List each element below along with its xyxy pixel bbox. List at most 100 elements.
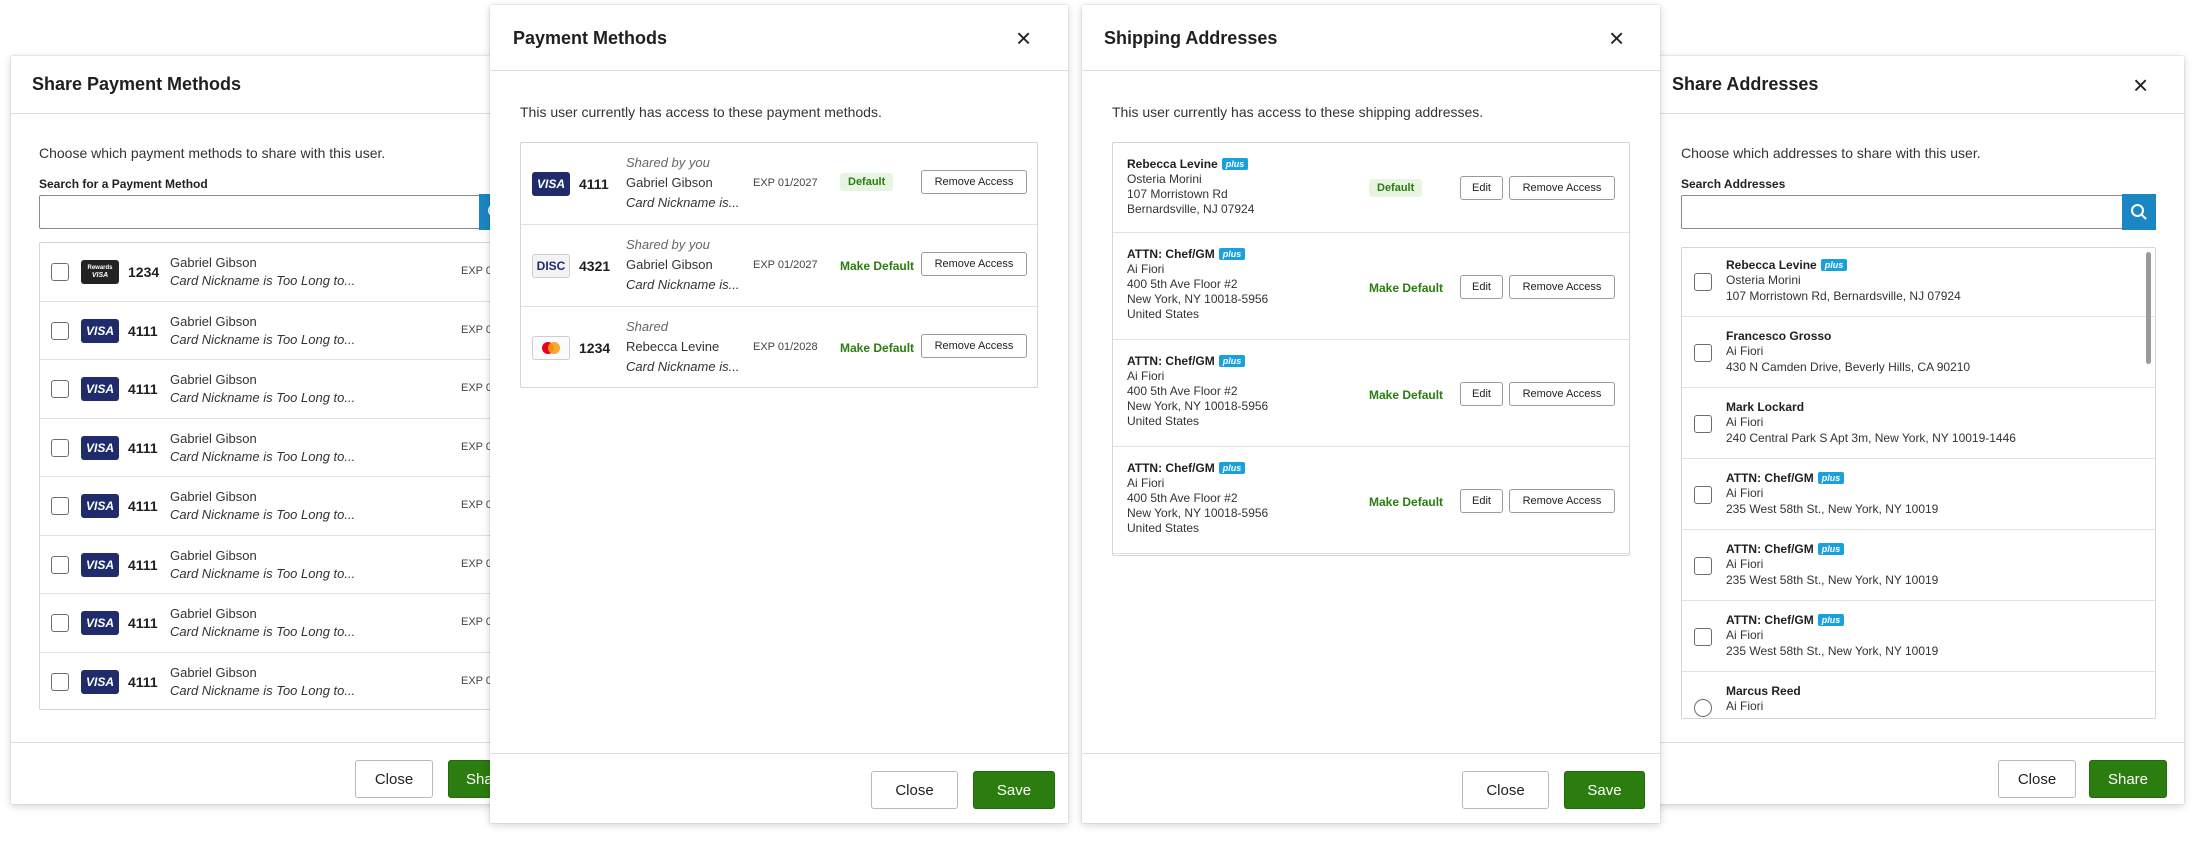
list-item[interactable]: ATTN: Chef/GM plus Ai Fiori 235 West 58th S… [1682,530,2155,601]
row-checkbox[interactable] [51,614,69,632]
edit-button[interactable]: Edit [1460,275,1503,299]
make-default-link[interactable]: Make Default [1369,388,1443,402]
modal-title: Shipping Addresses [1104,28,1278,48]
list-item[interactable]: VISA 4111 Gabriel Gibson Card Nickname is T… [40,419,518,477]
share-button[interactable]: Share [2089,760,2167,798]
row-checkbox[interactable] [1694,415,1712,433]
make-default-link[interactable]: Make Default [1369,495,1443,509]
row-checkbox[interactable] [51,555,69,574]
shipping-addresses-modal: Shipping Addresses × This user currently… [1082,5,1660,823]
make-default-link[interactable]: Make Default [1369,281,1443,295]
row-radio[interactable] [1694,699,1712,717]
make-default-link[interactable]: Make Default [840,259,914,273]
address-title-text: ATTN: Chef/GM [1726,542,1814,556]
remove-access-button[interactable]: Remove Access [921,170,1027,194]
edit-button[interactable]: Edit [1460,382,1503,406]
make-default-link[interactable]: Make Default [840,341,914,355]
address-line: Ai Fiori [1127,476,1165,490]
list-item[interactable]: Rewards VISA 1234 Gabriel Gibson Card Nickna… [40,243,518,302]
row-checkbox[interactable] [1694,344,1712,362]
row-checkbox[interactable] [51,263,69,281]
visa-logo-icon: VISA [81,611,119,635]
remove-access-button[interactable]: Remove Access [1509,382,1615,406]
remove-access-button[interactable]: Remove Access [921,252,1027,276]
remove-access-button[interactable]: Remove Access [1509,176,1615,200]
close-icon[interactable]: × [1609,25,1624,51]
list-item[interactable]: VISA 4111 Gabriel Gibson Card Nickname is T… [40,302,518,360]
edit-button[interactable]: Edit [1460,176,1503,200]
row-checkbox[interactable] [51,497,69,515]
shared-by-label: Shared by you [626,237,710,252]
search-input[interactable] [1681,195,2123,229]
list-item[interactable]: VISA 4111 Gabriel Gibson Card Nickname is T… [40,536,518,594]
row-checkbox[interactable] [1694,273,1712,291]
close-button[interactable]: Close [1998,760,2076,798]
modal-header: Share Payment Methods [11,56,531,114]
address-line: Osteria Morini [1726,273,1801,287]
card-expiration: EXP 01/2027 [753,177,818,189]
row-checkbox[interactable] [1694,557,1712,575]
edit-button[interactable]: Edit [1460,489,1503,513]
payment-method-list: Rewards VISA 1234 Gabriel Gibson Card Nickna… [39,242,519,710]
close-button[interactable]: Close [355,760,433,798]
row-checkbox[interactable] [1694,486,1712,504]
row-checkbox[interactable] [51,672,69,691]
cardholder-name: Gabriel Gibson [170,606,257,621]
list-item[interactable]: Marcus Reed Ai Fiori [1682,672,2155,718]
plus-badge: plus [1817,472,1845,484]
row-checkbox[interactable] [51,380,69,398]
default-badge: Default [840,173,894,191]
close-icon[interactable]: × [1016,25,1031,51]
list-item[interactable]: Rebecca Levine plus Osteria Morini 107 Morr… [1682,248,2155,317]
close-button[interactable]: Close [871,771,958,809]
address-line: Ai Fiori [1726,628,1764,642]
address-title: ATTN: Chef/GM plus [1127,247,1246,261]
list-item[interactable]: VISA 4111 Gabriel Gibson Card Nickname is T… [40,477,518,536]
stage: Share Payment Methods Choose which payme… [0,0,2195,844]
plus-badge: plus [1218,248,1246,260]
address-line: Bernardsville, NJ 07924 [1127,202,1255,216]
save-button[interactable]: Save [1564,771,1645,809]
list-item[interactable]: VISA 4111 Gabriel Gibson Card Nickname is T… [40,594,518,653]
row-checkbox[interactable] [51,438,69,457]
save-button[interactable]: Save [973,771,1055,809]
list-item: ATTN: Chef/GM plus Ai Fiori 400 5th Ave Flo… [1113,233,1629,340]
list-item[interactable]: Francesco Grosso Ai Fiori 430 N Camden Dri… [1682,317,2155,388]
modal-footer: Close Share [1655,742,2184,804]
visa-logo-icon: VISA [81,494,119,518]
search-input[interactable] [39,195,491,229]
card-last4: 4111 [128,556,158,573]
list-item: Rebecca Levine plus Osteria Morini 107 Morr… [1113,143,1629,233]
list-item[interactable]: ATTN: Chef/GM plus Ai Fiori 235 West 58th S… [1682,459,2155,530]
list-item[interactable]: ATTN: Chef/GM plus Ai Fiori 235 West 58th S… [1682,601,2155,672]
remove-access-button[interactable]: Remove Access [1509,489,1615,513]
remove-access-button[interactable]: Remove Access [1509,275,1615,299]
search-button[interactable] [2122,194,2156,230]
close-button[interactable]: Close [1462,771,1549,809]
row-checkbox[interactable] [1694,628,1712,646]
intro-text: This user currently has access to these … [1112,104,1484,120]
card-nickname: Card Nickname is Too Long to... [170,682,356,698]
intro-text: Choose which addresses to share with thi… [1681,145,1981,161]
card-last4: 4321 [579,258,611,274]
list-item[interactable]: VISA 4111 Gabriel Gibson Card Nickname is T… [40,360,518,419]
cardholder-name: Gabriel Gibson [170,430,257,446]
card-expiration: EXP 01/2028 [753,341,818,353]
scrollbar[interactable] [2146,252,2151,364]
remove-access-button[interactable]: Remove Access [921,334,1027,358]
list-item[interactable]: VISA 4111 Gabriel Gibson Card Nickname is T… [40,653,518,710]
address-line: Ai Fiori [1726,699,1764,713]
address-title-text: Francesco Grosso [1726,329,1832,343]
list-item[interactable]: Mark Lockard Ai Fiori 240 Central Park S A… [1682,388,2155,459]
address-line: New York, NY 10018-5956 [1127,292,1269,306]
cardholder-name: Gabriel Gibson [170,255,257,270]
address-title: ATTN: Chef/GM plus [1726,613,1845,627]
card-nickname: Card Nickname is Too Long to... [170,565,356,581]
close-icon[interactable]: × [2133,72,2148,98]
payment-method-list: VISA 4111 Shared by you Gabriel Gibson Card … [520,142,1038,388]
visa-logo-icon: VISA [81,318,119,343]
card-nickname: Card Nickname is Too Long to... [170,624,356,639]
modal-title: Share Payment Methods [32,74,242,94]
modal-title: Payment Methods [513,28,668,48]
row-checkbox[interactable] [51,321,69,340]
